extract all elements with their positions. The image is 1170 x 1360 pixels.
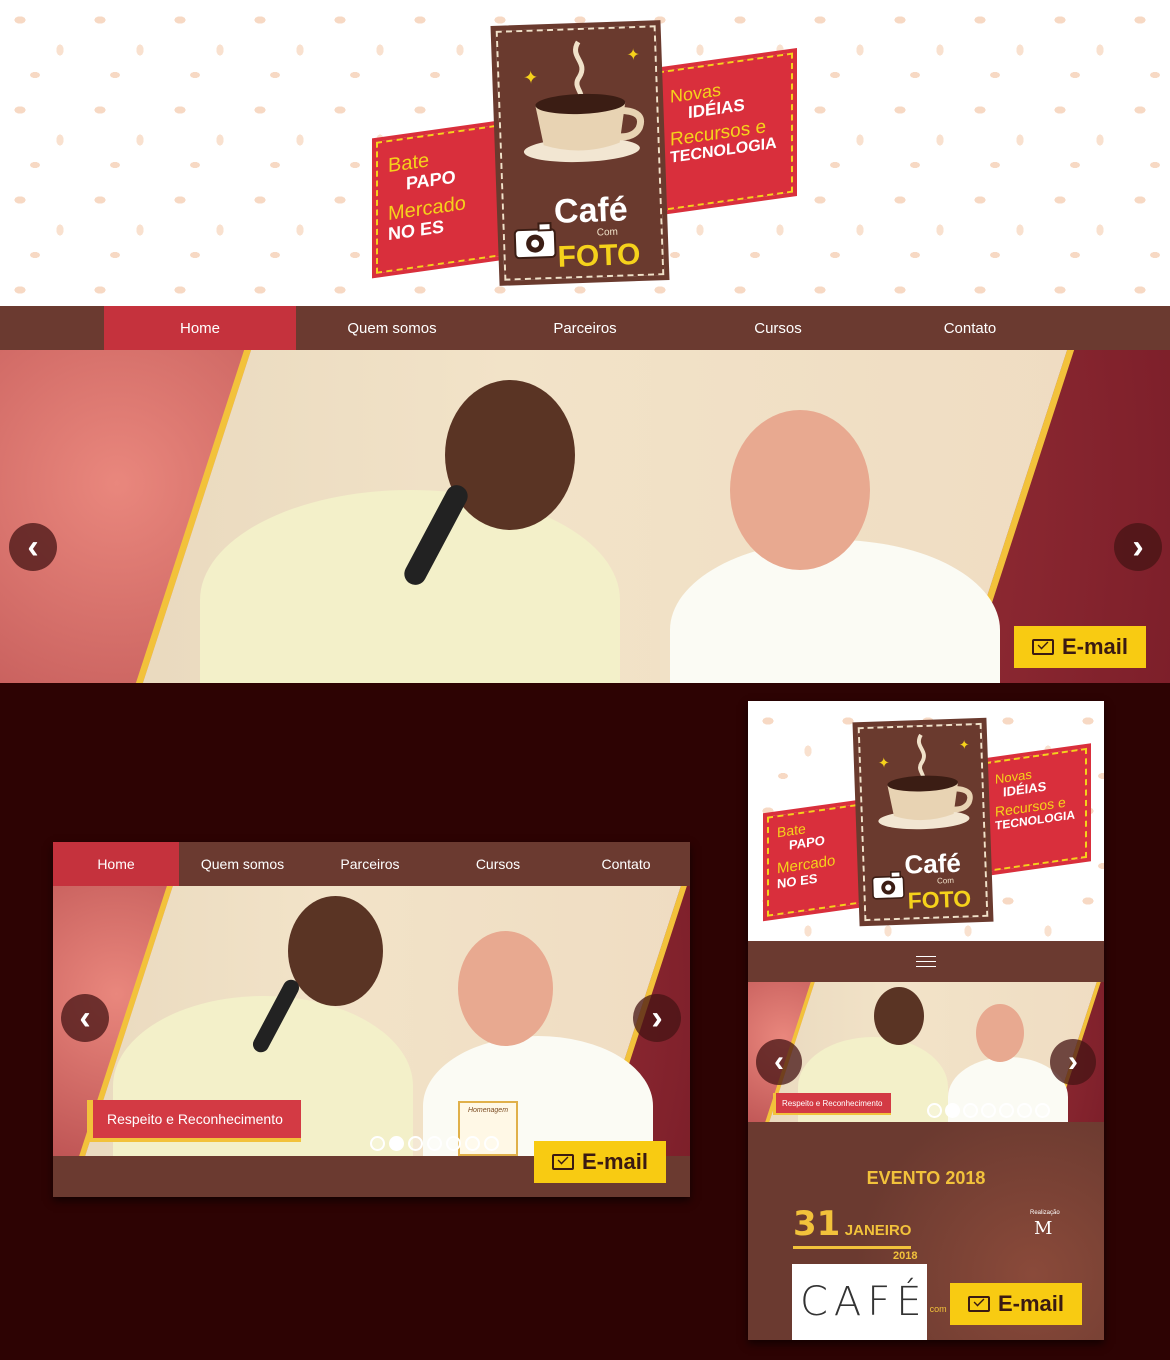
slider-dots <box>370 1136 499 1151</box>
svg-text:✦: ✦ <box>523 67 539 88</box>
slider-dot-1[interactable] <box>927 1103 942 1118</box>
slider-next-button[interactable]: › <box>1050 1039 1096 1085</box>
nav-item-cursos[interactable]: Cursos <box>682 306 874 350</box>
nav-item-contato[interactable]: Contato <box>874 306 1066 350</box>
mobile-menu-bar <box>748 941 1104 982</box>
desktop-mockup: Bate PAPO Mercado NO ES Novas IDÉIAS Rec… <box>0 0 1170 683</box>
svg-text:✦: ✦ <box>959 738 970 752</box>
slider-prev-button[interactable]: ‹ <box>756 1039 802 1085</box>
tablet-mockup: Home Quem somos Parceiros Cursos Contato… <box>53 842 690 1197</box>
logo-left-ribbon: Bate PAPO Mercado NO ES <box>372 117 520 279</box>
logo-title-cafe: Café <box>553 190 629 231</box>
guest-head <box>458 931 553 1046</box>
slider-dot-6[interactable] <box>465 1136 480 1151</box>
slider-dot-7[interactable] <box>484 1136 499 1151</box>
camera-icon <box>871 870 905 900</box>
slider-dot-5[interactable] <box>446 1136 461 1151</box>
cafe-banner-text: CAFÉ <box>800 1279 928 1325</box>
nav-item-home[interactable]: Home <box>104 306 296 350</box>
logo-title-com: Com <box>936 875 955 886</box>
camera-icon <box>513 222 557 260</box>
logo-title-foto: FOTO <box>557 237 641 274</box>
slider-dots <box>927 1103 1050 1118</box>
mobile-slider: Respeito e Reconhecimento ‹ › <box>748 982 1104 1122</box>
slide-caption: Respeito e Reconhecimento <box>773 1093 891 1115</box>
slider-dot-6[interactable] <box>1017 1103 1032 1118</box>
desktop-slider: ‹ › E-mail <box>0 350 1170 683</box>
tablet-slider: Homenagem Respeito e Reconhecimento ‹ › <box>53 886 690 1156</box>
speaker-head <box>288 896 383 1006</box>
realizacao-label: Realização <box>1030 1210 1060 1216</box>
logo-right-ribbon: Novas IDÉIAS Recursos e TECNOLOGIA <box>981 743 1091 877</box>
svg-text:✦: ✦ <box>878 754 891 770</box>
mobile-mockup: Bate PAPO Mercado NO ES Novas IDÉIAS Rec… <box>748 701 1104 1340</box>
logo-right-ribbon: Novas IDÉIAS Recursos e TECNOLOGIA <box>654 47 797 217</box>
email-button-label: E-mail <box>1061 634 1129 659</box>
email-button[interactable]: E-mail <box>534 1141 666 1183</box>
slider-next-button[interactable]: › <box>1114 523 1162 571</box>
envelope-icon <box>1031 639 1054 655</box>
coffee-cup-icon: ✦ ✦ <box>523 40 645 163</box>
email-button[interactable]: E-mail <box>950 1283 1082 1325</box>
event-title: EVENTO 2018 <box>866 1168 986 1188</box>
nav-item-contato[interactable]: Contato <box>562 842 690 886</box>
desktop-header: Bate PAPO Mercado NO ES Novas IDÉIAS Rec… <box>0 0 1170 306</box>
logo-title-foto: FOTO <box>907 885 972 914</box>
nav-item-quem-somos[interactable]: Quem somos <box>296 306 488 350</box>
slider-dot-3[interactable] <box>963 1103 978 1118</box>
realizacao-logo: M <box>1034 1218 1053 1239</box>
site-logo[interactable]: Bate PAPO Mercado NO ES Novas IDÉIAS Rec… <box>370 20 800 290</box>
coffee-cup-icon: ✦ ✦ <box>878 733 973 830</box>
slider-dot-7[interactable] <box>1035 1103 1050 1118</box>
guest-head <box>976 1004 1024 1062</box>
event-month: JANEIRO <box>844 1222 912 1239</box>
email-button-label: E-mail <box>581 1149 649 1174</box>
tablet-nav: Home Quem somos Parceiros Cursos Contato <box>53 842 690 886</box>
event-section: EVENTO 2018 31 JANEIRO 2018 Realização M… <box>748 1122 1104 1340</box>
cafe-banner-com: com <box>929 1304 947 1314</box>
cafe-banner: CAFÉ com <box>792 1264 947 1340</box>
slider-prev-button[interactable]: ‹ <box>9 523 57 571</box>
slider-prev-button[interactable]: ‹ <box>61 994 109 1042</box>
desktop-nav: Home Quem somos Parceiros Cursos Contato <box>0 306 1170 350</box>
event-date: 31 JANEIRO <box>793 1204 912 1249</box>
mobile-header: Bate PAPO Mercado NO ES Novas IDÉIAS Rec… <box>748 701 1104 941</box>
slider-dot-4[interactable] <box>427 1136 442 1151</box>
svg-text:✦: ✦ <box>626 47 640 64</box>
envelope-icon <box>967 1296 990 1312</box>
slider-dot-3[interactable] <box>408 1136 423 1151</box>
logo-panel: ✦ ✦ Café Com FOTO <box>852 717 994 927</box>
guest-head <box>730 410 870 570</box>
envelope-icon <box>551 1154 574 1170</box>
nav-item-parceiros[interactable]: Parceiros <box>306 842 434 886</box>
nav-item-home[interactable]: Home <box>53 842 179 886</box>
slider-dot-4[interactable] <box>981 1103 996 1118</box>
hamburger-icon[interactable] <box>916 956 936 967</box>
speaker-head <box>445 380 575 530</box>
slider-dot-5[interactable] <box>999 1103 1014 1118</box>
slide-caption: Respeito e Reconhecimento <box>87 1100 301 1142</box>
speaker-head <box>874 987 924 1045</box>
email-button-label: E-mail <box>997 1291 1065 1316</box>
slider-dot-1[interactable] <box>370 1136 385 1151</box>
slider-dot-2[interactable] <box>389 1136 404 1151</box>
nav-item-cursos[interactable]: Cursos <box>434 842 562 886</box>
slider-dot-2[interactable] <box>945 1103 960 1118</box>
event-year: 2018 <box>893 1250 918 1262</box>
slider-next-button[interactable]: › <box>633 994 681 1042</box>
logo-title-com: Com <box>596 226 619 239</box>
logo-panel: ✦ ✦ Café Com FOTO <box>490 20 670 286</box>
site-logo[interactable]: Bate PAPO Mercado NO ES Novas IDÉIAS Rec… <box>763 717 1093 931</box>
nav-item-quem-somos[interactable]: Quem somos <box>179 842 306 886</box>
nav-item-parceiros[interactable]: Parceiros <box>488 306 682 350</box>
event-day: 31 <box>793 1204 841 1244</box>
email-button[interactable]: E-mail <box>1014 626 1146 668</box>
